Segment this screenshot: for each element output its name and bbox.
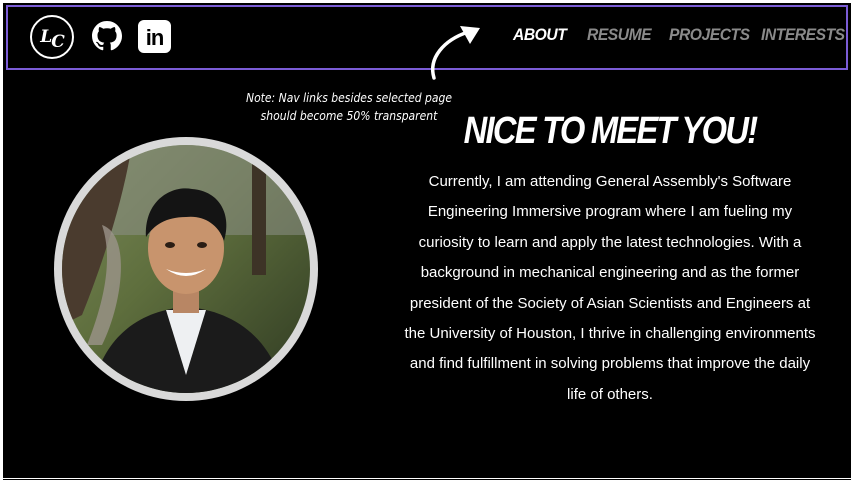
about-bio: Currently, I am attending General Assemb… <box>404 173 816 403</box>
curved-arrow-icon <box>431 26 480 80</box>
profile-photo-frame <box>54 137 318 401</box>
nav-link-resume[interactable]: RESUME <box>587 25 652 45</box>
nav-link-interests[interactable]: INTERESTS <box>761 25 845 45</box>
about-heading: NICE TO MEET YOU! <box>463 110 758 152</box>
profile-photo <box>62 145 310 393</box>
nav-link-about[interactable]: ABOUT <box>513 25 567 45</box>
linkedin-icon[interactable]: in <box>138 20 171 53</box>
logo-letter-l: L <box>40 27 52 47</box>
design-note-line-1: Note: Nav links besides selected page <box>245 91 452 105</box>
design-note-line-2: should become 50% transparent <box>260 109 438 123</box>
github-icon[interactable] <box>92 21 122 51</box>
design-note: Note: Nav links besides selected page sh… <box>231 89 467 125</box>
nav-link-projects[interactable]: PROJECTS <box>669 25 750 45</box>
linkedin-icon-glyph: in <box>145 25 165 50</box>
site-logo[interactable]: LC <box>30 15 74 59</box>
footer-divider <box>3 479 851 480</box>
logo-letter-c: C <box>51 32 64 52</box>
